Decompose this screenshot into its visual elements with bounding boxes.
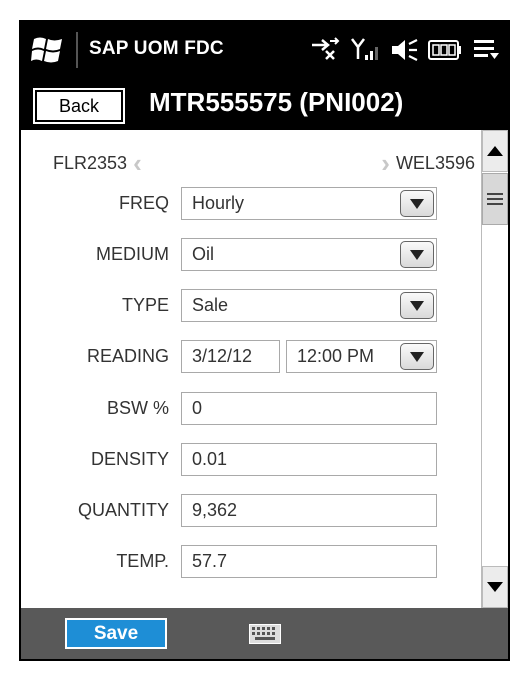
freq-dropdown-button[interactable] (400, 190, 434, 217)
temp-row: TEMP. 57.7 (21, 545, 481, 579)
density-value: 0.01 (192, 449, 228, 469)
temp-value: 57.7 (192, 551, 228, 571)
density-label: DENSITY (90, 449, 169, 469)
reading-time-dropdown-button[interactable] (400, 343, 434, 370)
medium-value: Oil (192, 244, 214, 264)
density-input[interactable]: 0.01 (181, 443, 437, 476)
app-title: SAP UOM FDC (89, 38, 224, 59)
temp-label: TEMP. (116, 551, 169, 571)
windows-logo-icon[interactable] (31, 34, 65, 66)
scroll-up-arrow-icon[interactable] (482, 130, 508, 172)
bsw-input[interactable]: 0 (181, 392, 437, 425)
type-label: TYPE (121, 295, 169, 315)
scroll-down-arrow-icon[interactable] (482, 566, 508, 608)
bsw-row: BSW % 0 (21, 392, 481, 426)
freq-value: Hourly (192, 193, 245, 213)
medium-row: MEDIUM Oil (21, 238, 481, 272)
reading-time-select[interactable]: 12:00 PM (286, 340, 437, 373)
quantity-label: QUANTITY (77, 500, 169, 520)
save-button[interactable]: Save (65, 618, 167, 649)
form-content: FLR2353 ‹ › WEL3596 FREQ Hourly MEDIUM O… (21, 130, 481, 608)
speaker-muted-icon (392, 39, 418, 61)
freq-label: FREQ (118, 193, 169, 213)
status-divider (76, 32, 78, 68)
status-icons (310, 34, 500, 66)
type-select[interactable]: Sale (181, 289, 437, 322)
status-bar: SAP UOM FDC (21, 22, 508, 78)
chevron-left-icon: ‹ (133, 148, 142, 178)
medium-dropdown-button[interactable] (400, 241, 434, 268)
type-row: TYPE Sale (21, 289, 481, 323)
menu-icon[interactable] (472, 37, 500, 63)
freq-row: FREQ Hourly (21, 187, 481, 221)
medium-select[interactable]: Oil (181, 238, 437, 271)
page-title: MTR555575 (PNI002) (149, 87, 404, 117)
bsw-label: BSW % (106, 398, 169, 418)
type-value: Sale (192, 295, 229, 315)
quantity-row: QUANTITY 9,362 (21, 494, 481, 528)
next-record-label: WEL3596 (395, 152, 475, 173)
vertical-scrollbar[interactable] (481, 130, 508, 608)
device-screen: SAP UOM FDC Back MTR555575 (PNI002) FLR2… (19, 20, 510, 661)
battery-icon (428, 40, 461, 60)
chevron-right-icon: › (381, 148, 390, 178)
medium-label: MEDIUM (96, 244, 169, 264)
reading-time-value: 12:00 PM (297, 346, 375, 366)
quantity-input[interactable]: 9,362 (181, 494, 437, 527)
reading-date-field[interactable]: 3/12/12 (181, 340, 280, 373)
freq-select[interactable]: Hourly (181, 187, 437, 220)
previous-record-label: FLR2353 (53, 152, 128, 173)
back-button[interactable]: Back (33, 88, 125, 124)
reading-date-value: 3/12/12 (192, 346, 253, 366)
scroll-thumb[interactable] (482, 173, 508, 225)
signal-strength-icon (351, 38, 378, 60)
reading-row: READING 3/12/12 12:00 PM (21, 340, 481, 374)
type-dropdown-button[interactable] (400, 292, 434, 319)
previous-record-link[interactable]: FLR2353 ‹ (53, 150, 142, 176)
title-bar: Back MTR555575 (PNI002) (21, 78, 508, 130)
data-connection-icon (312, 37, 340, 60)
temp-input[interactable]: 57.7 (181, 545, 437, 578)
next-record-link[interactable]: › WEL3596 (381, 150, 475, 176)
reading-label: READING (86, 346, 169, 366)
keyboard-icon[interactable] (249, 624, 281, 644)
quantity-value: 9,362 (192, 500, 238, 520)
bsw-value: 0 (192, 398, 203, 418)
density-row: DENSITY 0.01 (21, 443, 481, 477)
bottom-bar: Save (21, 608, 508, 659)
